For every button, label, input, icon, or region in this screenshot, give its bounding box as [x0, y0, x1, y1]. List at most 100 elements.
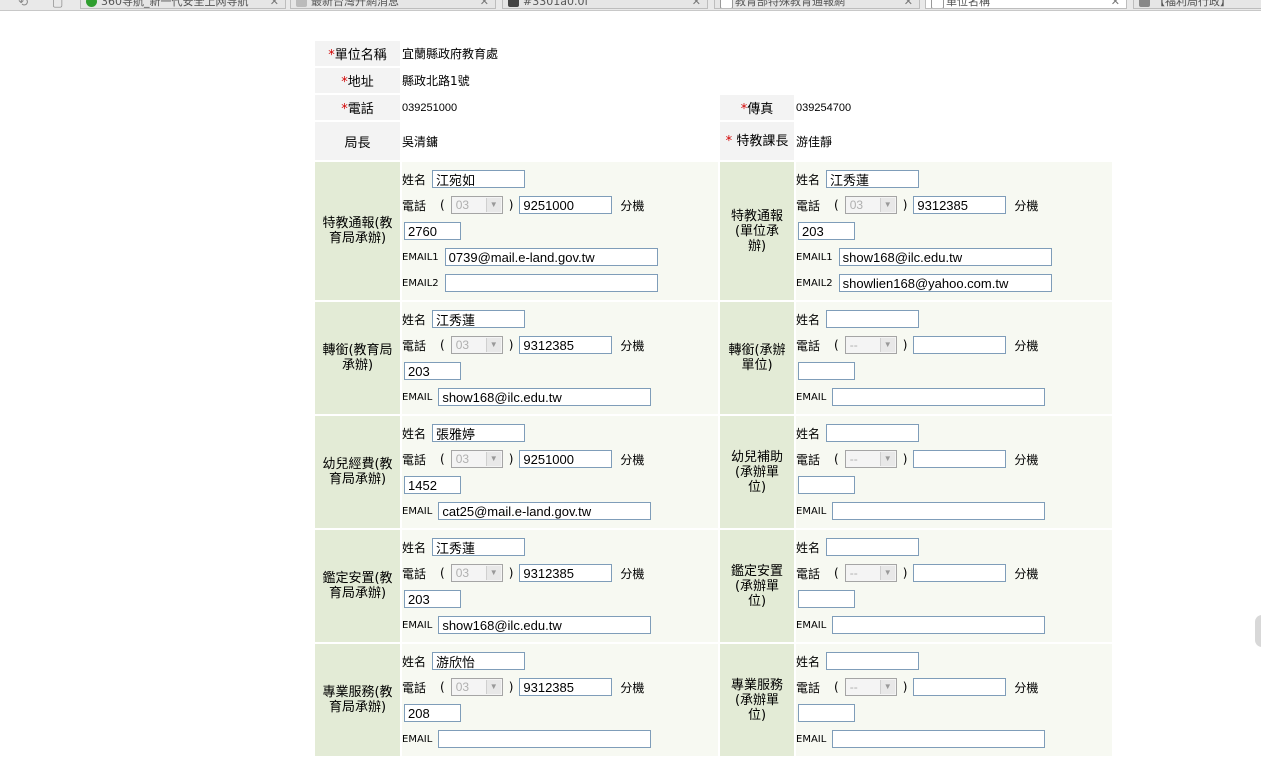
chevron-down-icon: ▼: [485, 452, 501, 466]
phone-label: 電話: [402, 198, 427, 213]
ext-input[interactable]: [404, 590, 461, 608]
tab-welfare[interactable]: 【福利局行政】: [1133, 0, 1261, 9]
email2-input[interactable]: [838, 274, 1052, 292]
ext-input[interactable]: [798, 222, 855, 240]
email1-input[interactable]: [444, 248, 658, 266]
area-code-select[interactable]: -- ▼: [844, 564, 897, 582]
email-input[interactable]: [832, 616, 1046, 634]
section-label: 特教通報(教育局承辦): [315, 162, 400, 300]
email-input[interactable]: [438, 502, 652, 520]
close-icon[interactable]: ✕: [270, 0, 279, 8]
section-label: 專業服務(承辦單位): [720, 644, 794, 756]
ext-input[interactable]: [798, 590, 855, 608]
email1-input[interactable]: [838, 248, 1052, 266]
phone-input[interactable]: [519, 336, 613, 354]
ext-input[interactable]: [798, 704, 855, 722]
section-label: 鑑定安置(承辦單位): [720, 530, 794, 642]
email1-label: EMAIL1: [796, 251, 833, 263]
email-input[interactable]: [832, 388, 1046, 406]
name-label: 姓名: [402, 312, 427, 327]
area-code-select[interactable]: 03 ▼: [450, 336, 503, 354]
phone-input[interactable]: [519, 678, 613, 696]
area-code-select[interactable]: 03 ▼: [450, 196, 503, 214]
email-label: EMAIL: [402, 505, 433, 517]
name-label: 姓名: [402, 426, 427, 441]
contact-block: 姓名 電話 (03▼) 分機 EMAIL1 EMAIL2: [796, 162, 1112, 300]
close-icon[interactable]: ✕: [692, 0, 701, 8]
name-input[interactable]: [432, 424, 526, 442]
phone-input[interactable]: [913, 450, 1007, 468]
name-input[interactable]: [432, 538, 526, 556]
tab-360[interactable]: 360导航_新一代安全上网导航 ✕: [80, 0, 286, 9]
address-value: 縣政北路1號: [402, 68, 1112, 93]
close-icon[interactable]: ✕: [480, 0, 489, 8]
ext-input[interactable]: [798, 362, 855, 380]
scroll-handle[interactable]: [1255, 615, 1261, 647]
area-code-select[interactable]: -- ▼: [844, 336, 897, 354]
phone-input[interactable]: [913, 564, 1007, 582]
ext-input[interactable]: [404, 222, 461, 240]
tab-list-icon[interactable]: ▢: [52, 0, 63, 9]
phone-input[interactable]: [519, 450, 613, 468]
close-icon[interactable]: ✕: [904, 0, 913, 8]
phone-label: 電話: [796, 680, 821, 695]
section-label: 轉銜(承辦單位): [720, 302, 794, 414]
paren-close: ): [902, 198, 908, 212]
chevron-down-icon: ▼: [485, 338, 501, 352]
name-input[interactable]: [826, 652, 920, 670]
email-input[interactable]: [832, 730, 1046, 748]
close-icon[interactable]: ✕: [1111, 0, 1120, 8]
name-input[interactable]: [432, 170, 526, 188]
tab-unit-name[interactable]: 單位名稱 ✕: [925, 0, 1127, 9]
section-label: 幼兒經費(教育局承辦): [315, 416, 400, 528]
browser-tab-strip: ⟲ ▢ 360导航_新一代安全上网导航 ✕ 最新台灣升網消息 ✕ #3301a0…: [0, 0, 1261, 11]
tab-label: 單位名稱: [946, 0, 990, 8]
phone-label: 電話: [796, 452, 821, 467]
area-code-select[interactable]: 03 ▼: [450, 678, 503, 696]
email-input[interactable]: [438, 388, 652, 406]
name-input[interactable]: [826, 310, 920, 328]
phone-input[interactable]: [913, 196, 1007, 214]
ext-label: 分機: [1014, 566, 1039, 581]
phone-input[interactable]: [913, 678, 1007, 696]
email-input[interactable]: [832, 502, 1046, 520]
ext-input[interactable]: [404, 704, 461, 722]
paren-close: ): [508, 198, 514, 212]
ext-label: 分機: [620, 680, 645, 695]
email2-input[interactable]: [444, 274, 658, 292]
paren-open: (: [834, 566, 839, 580]
area-code-select[interactable]: -- ▼: [844, 678, 897, 696]
area-code-select[interactable]: 03 ▼: [450, 450, 503, 468]
tab-code[interactable]: #3301a0.0f ✕: [502, 0, 708, 9]
email-input[interactable]: [438, 730, 652, 748]
ext-input[interactable]: [404, 362, 461, 380]
name-input[interactable]: [826, 538, 920, 556]
back-icon[interactable]: ⟲: [18, 0, 28, 9]
director-value: 吳清鏞: [402, 122, 718, 160]
area-code-select[interactable]: -- ▼: [844, 450, 897, 468]
tab-news[interactable]: 最新台灣升網消息 ✕: [290, 0, 496, 9]
name-input[interactable]: [826, 170, 920, 188]
chevron-down-icon: ▼: [485, 198, 501, 212]
unit-name-value: 宜蘭縣政府教育處: [402, 41, 1112, 66]
paren-close: ): [508, 566, 514, 580]
chevron-down-icon: ▼: [879, 452, 895, 466]
ext-label: 分機: [1014, 680, 1039, 695]
area-code-select[interactable]: 03 ▼: [450, 564, 503, 582]
contact-block: 姓名 電話 (-- ▼) 分機 EMAIL: [796, 416, 1112, 528]
ext-input[interactable]: [404, 476, 461, 494]
area-code-select[interactable]: 03 ▼: [844, 196, 897, 214]
phone-input[interactable]: [519, 196, 613, 214]
name-input[interactable]: [826, 424, 920, 442]
name-input[interactable]: [432, 310, 526, 328]
section-label: 轉銜(教育局承辦): [315, 302, 400, 414]
ext-input[interactable]: [798, 476, 855, 494]
tab-moe[interactable]: 教育部特殊教育通報網 ✕: [714, 0, 920, 9]
phone-input[interactable]: [913, 336, 1007, 354]
email-input[interactable]: [438, 616, 652, 634]
section-label: 鑑定安置(教育局承辦): [315, 530, 400, 642]
name-input[interactable]: [432, 652, 526, 670]
phone-input[interactable]: [519, 564, 613, 582]
email-label: EMAIL: [796, 619, 827, 631]
email2-label: EMAIL2: [796, 277, 833, 289]
